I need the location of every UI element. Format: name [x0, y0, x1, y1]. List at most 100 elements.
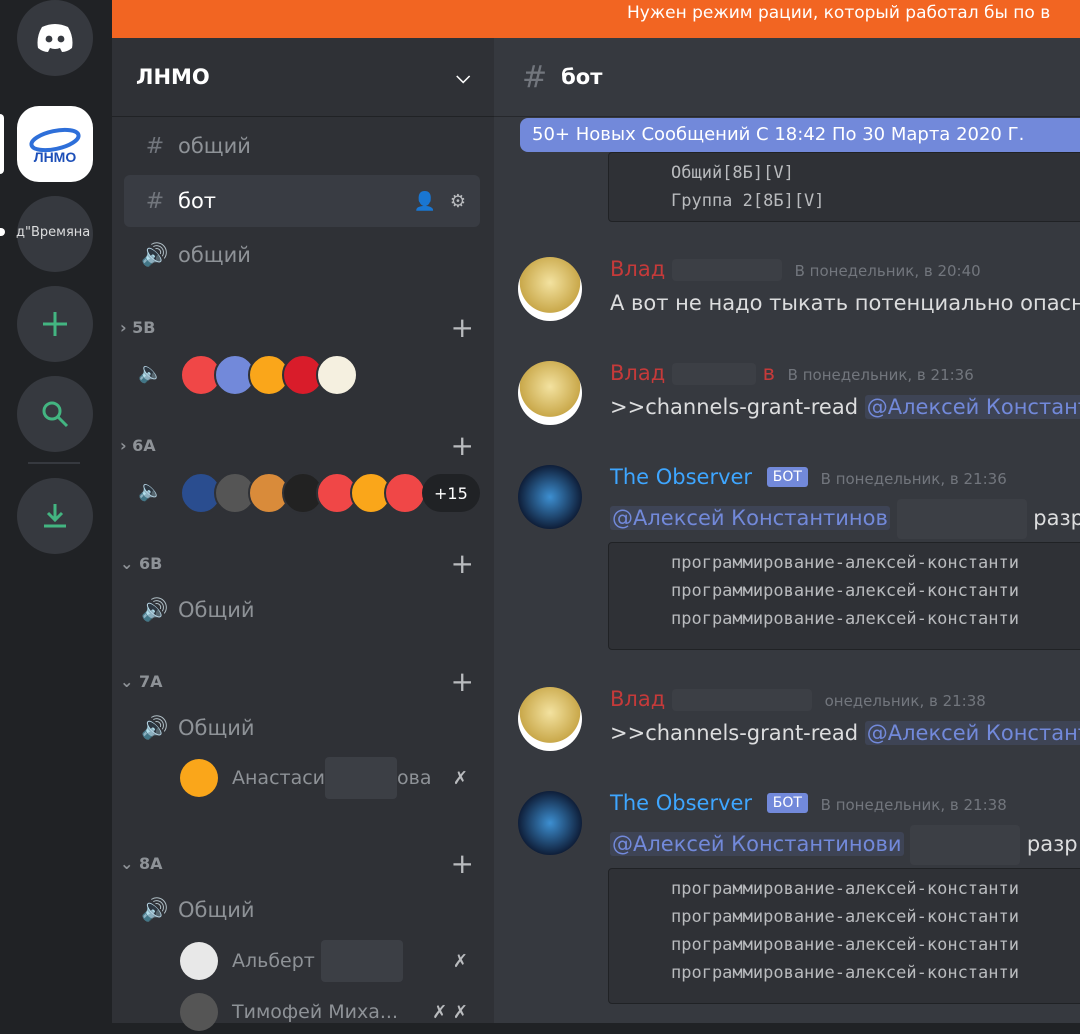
user-name-start: Анастаси [232, 767, 326, 789]
avatar[interactable] [518, 257, 582, 321]
deafened-icon: ✗ ✗ [432, 1001, 468, 1023]
chevron-down-icon: ⌵ [456, 66, 470, 88]
download-apps-button[interactable] [17, 478, 93, 554]
user-mention[interactable]: @Алексей Константинови [610, 832, 904, 856]
lnmo-logo-icon: ЛНМО [29, 127, 81, 165]
add-channel-icon[interactable]: + [451, 665, 474, 698]
explore-servers-button[interactable] [17, 376, 93, 452]
author-name[interactable]: Влад [610, 361, 665, 385]
timestamp: В понедельник, в 21:38 [820, 796, 1007, 814]
timestamp: В понедельник, в 21:36 [787, 366, 974, 384]
code-block: программирование-алексей-константи прогр… [608, 868, 1080, 1004]
voice-users-5v[interactable] [180, 354, 358, 396]
message-text-after: разр [1026, 832, 1078, 856]
message-header: Влад онедельник, в 21:38 [610, 687, 986, 711]
channel-label: общий [178, 134, 251, 158]
user-mention[interactable]: @Алексей Констант [864, 395, 1080, 419]
hash-icon: # [522, 59, 548, 95]
avatar[interactable] [518, 361, 582, 425]
channel-6v-obshchiy[interactable]: 🔊 Общий [124, 584, 480, 636]
redacted-block [896, 499, 1027, 539]
add-channel-icon[interactable]: + [451, 547, 474, 580]
channel-label: Общий [178, 716, 255, 740]
voice-users-6a[interactable]: +15 [180, 472, 480, 514]
server-vremyana-label: д"Времяна [16, 225, 91, 240]
avatar[interactable] [518, 465, 582, 529]
announcement-banner[interactable]: Нужен режим рации, который работал бы по… [112, 0, 1080, 38]
category-label: 6А [132, 435, 156, 455]
gear-icon[interactable]: ⚙ [450, 191, 466, 212]
author-name[interactable]: The Observer [610, 791, 752, 815]
add-channel-icon[interactable]: + [451, 429, 474, 462]
discord-logo-icon [37, 24, 73, 52]
channel-label: общий [178, 243, 251, 267]
timestamp: В понедельник, в 20:40 [794, 262, 981, 280]
channel-obshchiy-voice[interactable]: 🔊 общий [124, 229, 480, 281]
avatar [316, 354, 358, 396]
speaker-icon: 🔈 [138, 360, 163, 384]
chat-area: # бот 50+ Новых Сообщений С 18:42 По 30 … [494, 38, 1080, 1023]
speaker-icon: 🔈 [138, 478, 163, 502]
download-icon [44, 504, 66, 528]
user-mention[interactable]: @Алексей Константинов [610, 506, 890, 530]
more-users-badge: +15 [422, 474, 480, 512]
author-name[interactable]: Влад [610, 687, 665, 711]
rail-divider [28, 462, 80, 464]
add-channel-icon[interactable]: + [451, 311, 474, 344]
bot-badge: БОТ [766, 467, 808, 487]
avatar [180, 759, 218, 797]
voice-user-timofey[interactable]: Тимофей Миха... ✗ ✗ [180, 990, 480, 1034]
channel-label: Общий [178, 898, 255, 922]
invite-icon[interactable]: 👤 [413, 191, 435, 212]
category-5v[interactable]: › 5В + [120, 311, 474, 344]
redacted-block [910, 825, 1021, 865]
author-name[interactable]: Влад [610, 257, 665, 281]
category-6v[interactable]: ⌄ 6В + [120, 547, 474, 580]
channel-obshchiy-text[interactable]: # общий [124, 120, 480, 172]
channel-7a-obshchiy[interactable]: 🔊 Общий [124, 702, 480, 754]
author-name[interactable]: The Observer [610, 465, 752, 489]
avatar[interactable] [518, 687, 582, 751]
add-channel-icon[interactable]: + [451, 847, 474, 880]
message-text: @Алексей Константинови разр [610, 825, 1078, 865]
message-text: >>channels-grant-read @Алексей Констант [610, 395, 1080, 419]
unread-indicator [0, 228, 5, 236]
server-rail: ЛНМО д"Времяна [0, 0, 112, 1023]
add-server-button[interactable] [17, 286, 93, 362]
plus-icon [43, 312, 67, 336]
category-8a[interactable]: ⌄ 8А + [120, 847, 474, 880]
new-messages-bar[interactable]: 50+ Новых Сообщений С 18:42 По 30 Марта … [520, 118, 1080, 152]
channel-8a-obshchiy[interactable]: 🔊 Общий [124, 884, 480, 936]
server-name: ЛНМО [136, 65, 210, 89]
hash-icon: # [145, 133, 165, 159]
channel-label: бот [178, 189, 217, 213]
chevron-down-icon: ⌄ [120, 853, 139, 873]
voice-user-albert[interactable]: Альберт ✗ [180, 939, 480, 983]
code-block: Общий[8Б][V] Группа 2[8Б][V] [608, 152, 1080, 222]
command-text: >>channels-grant-read [610, 395, 859, 419]
server-lnmo[interactable]: ЛНМО [17, 106, 93, 182]
channel-bot[interactable]: # бот 👤 ⚙ [124, 175, 480, 227]
avatar[interactable] [518, 791, 582, 855]
home-button[interactable] [17, 0, 93, 76]
user-mention[interactable]: @Алексей Констант [864, 721, 1080, 745]
redacted-block [671, 689, 812, 711]
user-name-end: ова [397, 767, 432, 789]
command-text: >>channels-grant-read [610, 721, 859, 745]
category-7a[interactable]: ⌄ 7А + [120, 665, 474, 698]
chevron-right-icon: › [120, 317, 133, 337]
category-label: 5В [132, 317, 156, 337]
avatar [384, 472, 426, 514]
category-6a[interactable]: › 6А + [120, 429, 474, 462]
code-block: программирование-алексей-константи прогр… [608, 542, 1080, 650]
mic-muted-icon: ✗ [452, 950, 468, 972]
avatar [180, 993, 218, 1031]
server-header[interactable]: ЛНМО ⌵ [112, 38, 494, 117]
bot-badge: БОТ [766, 793, 808, 813]
hash-icon: # [145, 188, 165, 214]
author-name-end: в [762, 361, 775, 385]
user-name-start: Альберт [232, 950, 315, 972]
chat-header: # бот [494, 38, 1080, 117]
mic-muted-icon: ✗ [452, 767, 468, 789]
voice-user-anastasia[interactable]: Анастаси ова ✗ [180, 756, 480, 800]
